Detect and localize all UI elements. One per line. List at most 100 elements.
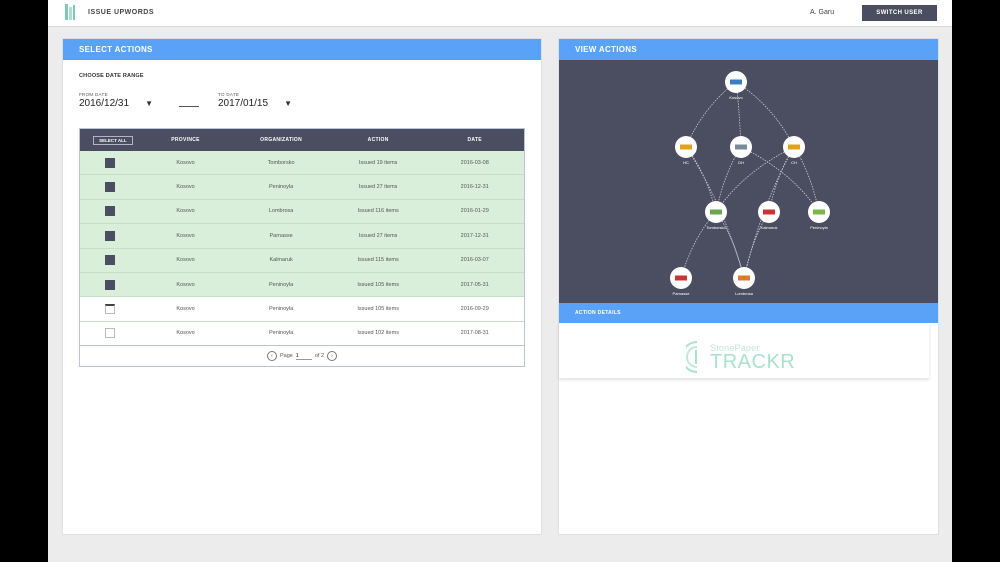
switch-user-button[interactable]: SWITCH USER [862,5,937,21]
cell-organization: Peninoyla [269,281,294,288]
graph-node-logo-icon [738,275,750,281]
graph-node[interactable]: Kalmaruk [758,201,780,230]
app-window: ISSUE UPWORDS A. Garu SWITCH USER SELECT… [48,0,952,562]
graph-node[interactable]: Lombrosa [733,267,755,296]
graph-node-label: Kalmaruk [761,225,778,230]
from-date-field[interactable]: FROM DATE 2016/12/31 ▼ [79,92,153,109]
graph-node-logo-icon [735,144,747,150]
cell-date: 2016-03-07 [460,257,489,264]
graph-node-logo-icon [788,144,800,150]
row-checkbox[interactable] [104,230,115,241]
to-date-field[interactable]: TO DATE 2017/01/15 ▼ [218,92,292,109]
cell-province: Kosovo [176,257,195,264]
brand[interactable]: ISSUE UPWORDS [64,3,154,21]
column-header-province[interactable]: PROVINCE [140,137,232,143]
column-header-action[interactable]: ACTION [331,137,426,143]
table-row[interactable]: Kosovo Kalmaruk Issued 115 items 2016-03-07 [80,248,524,273]
graph-node-label: Lombrosa [735,291,754,296]
row-checkbox[interactable] [104,206,115,217]
table-row[interactable]: Kosovo Tomborsko Issued 19 items 2016-03-08 [80,151,524,176]
cell-date: 2016-03-08 [460,159,489,166]
cell-action: Issued 105 items [357,281,399,288]
user-name[interactable]: A. Garu [810,9,834,16]
cell-province: Kosovo [176,330,195,337]
cell-date: 2017-05-31 [460,281,489,288]
cell-organization: Tomborsko [267,159,295,166]
select-all-button[interactable]: SELECT ALL [92,135,133,145]
cell-province: Kosovo [176,232,195,239]
graph-edge [685,81,737,148]
graph-node-label: Peninoyla [810,225,828,230]
graph-canvas[interactable]: Kosovo HC DH CH Tomborsko Kalmaruk Peninoyla Pa… [559,60,938,303]
row-checkbox[interactable] [104,279,115,290]
cell-action: Issued 115 items [357,257,399,264]
row-checkbox[interactable] [104,182,115,193]
graph-node[interactable]: HC [675,136,697,165]
trackr-logo-icon [686,341,698,373]
top-bar: ISSUE UPWORDS A. Garu SWITCH USER [48,0,952,27]
table-row[interactable]: Kosovo Lombrosa Issued 116 items 2016-01-29 [80,199,524,225]
column-header-date[interactable]: DATE [425,137,524,143]
date-range-separator [179,106,199,107]
brand-logo-icon [65,4,75,20]
cell-action: Issued 105 items [357,306,399,313]
row-checkbox[interactable] [104,157,115,168]
cell-action: Issued 102 items [357,330,399,337]
cell-organization: Peninoyla [269,306,294,313]
graph-node[interactable]: Kosovo [725,71,747,100]
from-date-value[interactable]: 2016/12/31 [79,98,129,109]
select-actions-panel: SELECT ACTIONS CHOOSE DATE RANGE FROM DA… [62,38,542,535]
graph-node[interactable]: DH [730,136,752,165]
table-row[interactable]: Kosovo Peninoyla Issued 27 items 2016-12-31 [80,175,524,200]
graph-node-logo-icon [710,209,722,215]
prev-page-button[interactable]: ‹ [266,351,277,361]
page-number-input[interactable] [295,352,312,360]
cell-date: 2016-09-29 [460,306,489,313]
table-row[interactable]: Kosovo Peninoyla Issued 102 items 2017-08-3… [80,322,524,347]
graph-node-label: Kosovo [729,95,743,100]
to-date-caret-icon[interactable]: ▼ [284,99,292,108]
graph-node[interactable]: Parnasse [670,267,692,296]
graph-edge [740,146,820,213]
row-checkbox[interactable] [104,328,115,339]
graph-node[interactable]: Peninoyla [808,201,830,230]
view-actions-panel: VIEW ACTIONS Kosovo HC DH CH Tomborsko Kalmar… [558,38,939,535]
to-date-value[interactable]: 2017/01/15 [218,98,268,109]
graph-node-label: DH [738,160,744,165]
row-checkbox[interactable] [104,255,115,266]
cell-province: Kosovo [176,306,195,313]
graph-node[interactable]: CH [783,136,805,165]
graph-node[interactable]: Tomborsko [705,201,727,230]
cell-province: Kosovo [176,184,195,191]
graph-node-label: HC [683,160,689,165]
cell-organization: Parnasse [269,232,293,239]
actions-table: SELECT ALL PROVINCE ORGANIZATION ACTION … [79,128,525,367]
cell-date: 2016-12-31 [460,184,489,191]
page-label: Page [279,353,293,359]
next-page-button[interactable]: › [327,351,338,361]
table-header: SELECT ALL PROVINCE ORGANIZATION ACTION … [80,129,524,151]
cell-date: 2017-08-31 [460,330,489,337]
cell-province: Kosovo [176,159,195,166]
row-checkbox[interactable] [104,304,115,315]
actions-graph[interactable]: Kosovo HC DH CH Tomborsko Kalmaruk Peninoyla Pa… [559,60,938,303]
cell-date: 2017-12-31 [460,232,489,239]
cell-organization: Peninoyla [269,184,294,191]
graph-edge [715,146,795,213]
column-header-organization[interactable]: ORGANIZATION [231,137,331,143]
graph-node-logo-icon [680,144,692,150]
from-date-caret-icon[interactable]: ▼ [145,99,153,108]
cell-action: Issued 27 items [358,184,398,191]
table-row[interactable]: Kosovo Parnasse Issued 27 items 2017-12-31 [80,224,524,249]
graph-node-logo-icon [813,209,825,215]
cell-action: Issued 116 items [357,208,399,215]
cell-province: Kosovo [176,208,195,215]
to-date-label: TO DATE [218,92,240,97]
from-date-label: FROM DATE [79,92,108,97]
graph-node-logo-icon [763,209,775,215]
graph-node-logo-icon [730,79,742,85]
table-row[interactable]: Kosovo Peninoyla Issued 105 items 2017-05-3… [80,272,524,298]
page-count: of 2 [314,353,325,359]
table-row[interactable]: Kosovo Peninoyla Issued 105 items 2016-09-2… [80,297,524,322]
graph-node-logo-icon [675,275,687,281]
